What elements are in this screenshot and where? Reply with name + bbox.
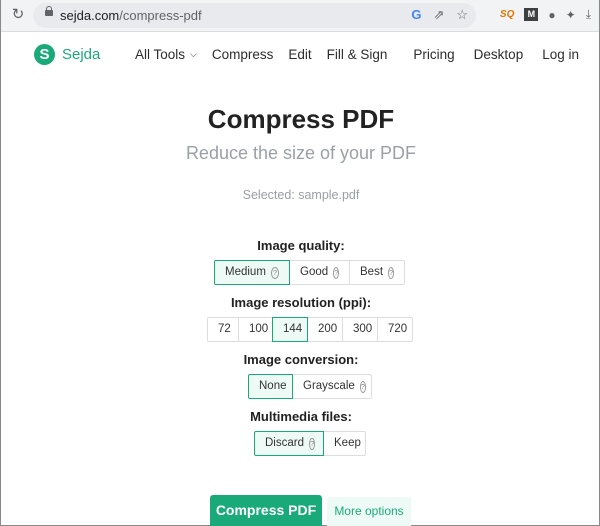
help-icon[interactable]: ? bbox=[333, 266, 340, 279]
sejda-logo[interactable]: S Sejda bbox=[34, 44, 100, 65]
image-conversion-label: Image conversion: bbox=[243, 352, 359, 367]
extension-m-icon[interactable]: M bbox=[524, 8, 539, 21]
logo-icon: S bbox=[34, 44, 55, 65]
extension-sq-icon[interactable]: SQ bbox=[500, 9, 514, 20]
reload-icon[interactable]: ↻ bbox=[9, 6, 27, 24]
help-icon[interactable]: ? bbox=[308, 437, 316, 450]
url-path: /compress-pdf bbox=[119, 8, 202, 23]
resolution-100-option[interactable]: 100 bbox=[238, 317, 273, 342]
logo-text: Sejda bbox=[62, 46, 101, 63]
nav-pricing[interactable]: Pricing bbox=[413, 47, 454, 62]
conversion-none-option[interactable]: None bbox=[248, 374, 293, 399]
url-host: sejda.com bbox=[60, 8, 120, 23]
image-conversion-group: None Grayscale? bbox=[248, 374, 372, 399]
address-bar[interactable]: sejda.com/compress-pdf G ⇗ ☆ bbox=[33, 3, 476, 28]
nav-compress[interactable]: Compress bbox=[212, 47, 274, 62]
option-label: Medium bbox=[225, 266, 266, 278]
quality-best-option[interactable]: Best? bbox=[349, 260, 405, 285]
page-title: Compress PDF bbox=[207, 104, 395, 134]
chevron-down-icon: ⌵ bbox=[190, 49, 197, 59]
star-icon[interactable]: ☆ bbox=[456, 7, 468, 23]
resolution-200-option[interactable]: 200 bbox=[307, 317, 343, 342]
multimedia-keep-option[interactable]: Keep bbox=[323, 431, 366, 456]
image-resolution-label: Image resolution (ppi): bbox=[230, 295, 372, 310]
url-text[interactable]: sejda.com/compress-pdf bbox=[60, 8, 202, 23]
multimedia-group: Discard? Keep bbox=[254, 431, 366, 456]
quality-good-option[interactable]: Good? bbox=[289, 260, 350, 285]
resolution-300-option[interactable]: 300 bbox=[342, 317, 378, 342]
nav-desktop[interactable]: Desktop bbox=[474, 47, 524, 62]
resolution-144-option[interactable]: 144 bbox=[272, 317, 308, 342]
nav-edit[interactable]: Edit bbox=[288, 47, 311, 62]
conversion-grayscale-option[interactable]: Grayscale? bbox=[292, 374, 372, 399]
selected-file: Selected: sample.pdf bbox=[242, 188, 360, 202]
image-quality-group: Medium? Good? Best? bbox=[214, 260, 405, 285]
option-label: Discard bbox=[265, 437, 304, 449]
compress-pdf-button[interactable]: Compress PDF bbox=[210, 495, 322, 526]
download-icon[interactable]: ⤓ bbox=[586, 7, 591, 22]
nav-all-tools[interactable]: All Tools ⌵ bbox=[135, 47, 197, 62]
option-label: Good bbox=[300, 266, 329, 278]
help-icon[interactable]: ? bbox=[359, 380, 366, 393]
multimedia-discard-option[interactable]: Discard? bbox=[254, 431, 324, 456]
share-icon[interactable]: ⇗ bbox=[433, 7, 444, 23]
multimedia-label: Multimedia files: bbox=[250, 409, 352, 424]
site-navbar: S Sejda All Tools ⌵ Compress Edit Fill & … bbox=[1, 32, 599, 78]
image-resolution-group: 72 100 144 200 300 720 bbox=[207, 317, 413, 342]
help-icon[interactable]: ? bbox=[388, 266, 395, 279]
resolution-72-option[interactable]: 72 bbox=[207, 317, 239, 342]
more-options-button[interactable]: More options bbox=[327, 497, 411, 526]
nav-login[interactable]: Log in bbox=[542, 47, 579, 62]
extension-circles-icon[interactable]: ● bbox=[548, 8, 555, 22]
image-quality-label: Image quality: bbox=[257, 238, 345, 253]
page-subtitle: Reduce the size of your PDF bbox=[185, 143, 417, 163]
nav-fill-sign[interactable]: Fill & Sign bbox=[327, 47, 388, 62]
resolution-720-option[interactable]: 720 bbox=[377, 317, 413, 342]
browser-toolbar: ↻ sejda.com/compress-pdf G ⇗ ☆ SQ M ● ✦ … bbox=[1, 0, 599, 32]
option-label: Grayscale bbox=[303, 380, 355, 392]
google-icon[interactable]: G bbox=[411, 7, 421, 23]
help-icon[interactable]: ? bbox=[270, 266, 279, 279]
quality-medium-option[interactable]: Medium? bbox=[214, 260, 290, 285]
nav-all-tools-label: All Tools bbox=[135, 47, 186, 62]
option-label: Best bbox=[360, 266, 384, 278]
lock-icon[interactable] bbox=[45, 6, 53, 16]
puzzle-icon[interactable]: ✦ bbox=[566, 8, 576, 22]
